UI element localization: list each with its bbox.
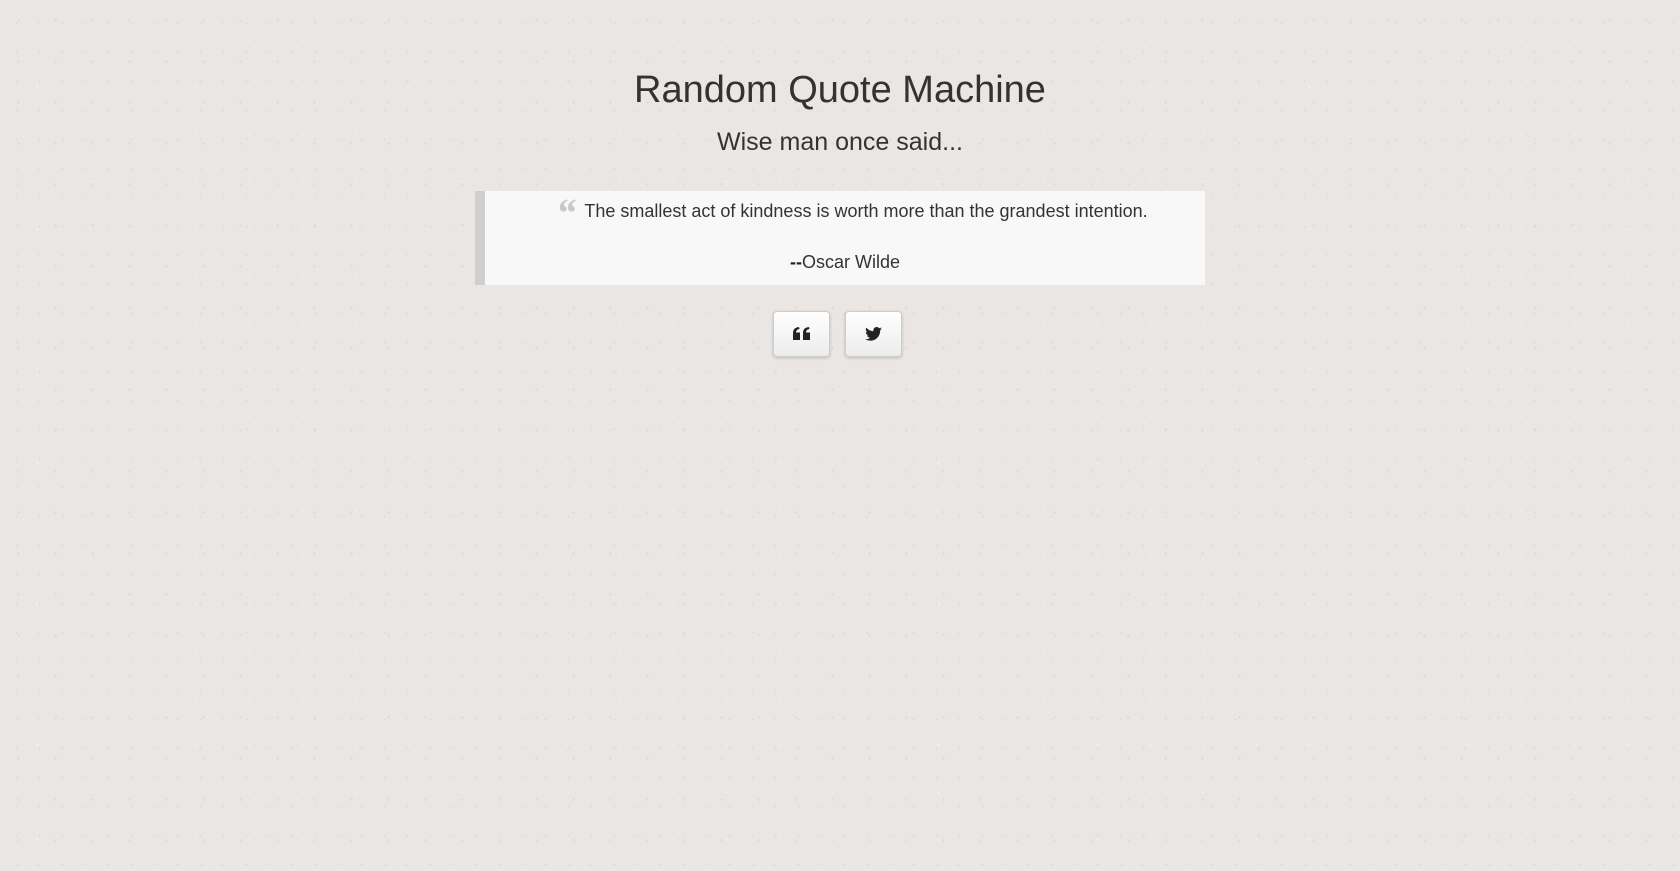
quote-author-line: --Oscar Wilde: [485, 250, 1205, 274]
author-prefix: --: [789, 252, 802, 272]
tweet-button[interactable]: [845, 311, 902, 357]
quote-text: The smallest act of kindness is worth mo…: [584, 201, 1148, 221]
quote-blockquote: “ The smallest act of kindness is worth …: [475, 191, 1205, 285]
page-subtitle: Wise man once said...: [717, 128, 963, 156]
twitter-icon: [865, 327, 882, 341]
quote-left-icon: [792, 327, 811, 341]
new-quote-button[interactable]: [773, 311, 830, 357]
page-title: Random Quote Machine: [634, 69, 1046, 111]
quote-author: Oscar Wilde: [801, 252, 900, 272]
